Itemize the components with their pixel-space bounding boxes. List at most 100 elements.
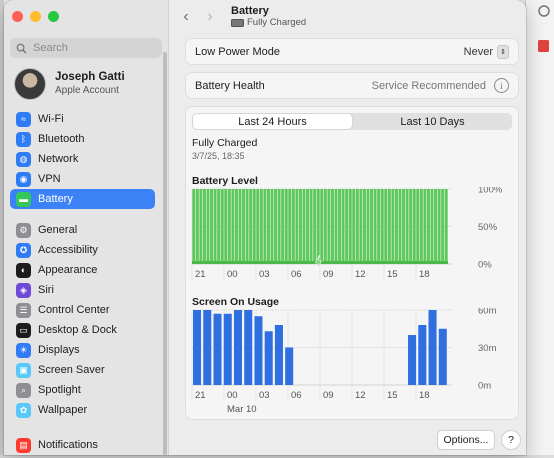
spotlight-icon: ⌕ xyxy=(16,382,31,398)
sidebar-item-label: Appearance xyxy=(38,264,98,276)
screen-usage-bar xyxy=(233,310,242,385)
bluetooth-icon: ᛒ xyxy=(16,131,31,147)
battery-level-bar xyxy=(234,189,238,264)
help-button[interactable]: ? xyxy=(501,430,521,450)
battery-pane: ‹ › Battery Fully Charged Low Power Mode… xyxy=(169,0,526,455)
battery-level-bar xyxy=(217,189,221,264)
screen-usage-bar xyxy=(244,310,253,385)
x-tick-label: 09 xyxy=(323,269,334,280)
x-tick-label: 00 xyxy=(227,390,238,401)
battery-level-bar xyxy=(394,189,398,264)
page-title: Battery xyxy=(231,5,269,17)
y-tick-label: 60m xyxy=(478,308,497,317)
info-icon[interactable]: i xyxy=(494,78,509,93)
battery-level-bar xyxy=(348,189,352,264)
battery-level-bar xyxy=(437,189,441,264)
minimize-window-button[interactable] xyxy=(30,11,41,22)
sidebar-item-label: Desktop & Dock xyxy=(38,324,117,336)
battery-level-bar xyxy=(192,189,196,264)
chevron-up-down-icon: ⇕ xyxy=(497,44,509,59)
sidebar-item-wi-fi[interactable]: ≈ Wi-Fi xyxy=(10,109,155,129)
wifi-icon: ≈ xyxy=(16,111,31,127)
battery-level-bar xyxy=(387,189,391,264)
tab-last-10-days[interactable]: Last 10 Days xyxy=(353,113,512,130)
sidebar-item-label: Spotlight xyxy=(38,384,81,396)
sidebar-item-displays[interactable]: ☀ Displays xyxy=(10,340,155,360)
battery-level-bar xyxy=(256,189,260,264)
sidebar-group-notifications: ▤ Notifications xyxy=(10,435,155,455)
sidebar-item-label: General xyxy=(38,224,78,236)
battery-level-bar xyxy=(249,189,253,264)
x-tick-label: 09 xyxy=(323,390,334,401)
battery-level-bar xyxy=(373,189,377,264)
battery-level-bar xyxy=(281,189,285,264)
battery-level-bar xyxy=(377,189,381,264)
battery-level-bar xyxy=(295,189,299,264)
zoom-window-button[interactable] xyxy=(48,11,59,22)
sidebar-item-vpn[interactable]: ◉ VPN xyxy=(10,169,155,189)
battery-level-bar xyxy=(270,189,274,264)
apple-account-item[interactable]: Joseph Gatti Apple Account xyxy=(14,68,125,100)
battery-level-title: Battery Level xyxy=(192,175,258,187)
sidebar-item-bluetooth[interactable]: ᛒ Bluetooth xyxy=(10,129,155,149)
sidebar-item-notifications[interactable]: ▤ Notifications xyxy=(10,435,155,455)
tab-last-24-hours[interactable]: Last 24 Hours xyxy=(193,114,352,129)
back-button[interactable]: ‹ xyxy=(177,8,195,26)
sidebar-item-screen-saver[interactable]: ▣ Screen Saver xyxy=(10,360,155,380)
siri-icon: ◈ xyxy=(16,282,31,298)
search-icon xyxy=(16,43,27,54)
x-tick-label: 12 xyxy=(355,390,366,401)
search-field[interactable] xyxy=(10,38,162,58)
page-subtitle: Fully Charged xyxy=(231,17,306,29)
screen-usage-bar xyxy=(223,313,232,385)
sidebar-item-siri[interactable]: ◈ Siri xyxy=(10,280,155,300)
sidebar-scrollbar[interactable] xyxy=(163,52,167,455)
battery-level-bar xyxy=(398,189,402,264)
battery-level-bar xyxy=(327,189,331,264)
sidebar-item-network[interactable]: ◍ Network xyxy=(10,149,155,169)
x-tick-label: 15 xyxy=(387,269,398,280)
battery-level-bar xyxy=(210,189,214,264)
sidebar-item-appearance[interactable]: ◐ Appearance xyxy=(10,260,155,280)
search-input[interactable] xyxy=(31,41,155,55)
low-power-value: Never xyxy=(463,45,493,58)
battery-level-bar xyxy=(402,189,406,264)
screen-usage-bar xyxy=(438,328,447,385)
battery-level-bar xyxy=(238,189,242,264)
close-window-button[interactable] xyxy=(12,11,23,22)
battery-level-bar xyxy=(302,189,306,264)
sidebar-item-desktop-dock[interactable]: ▭ Desktop & Dock xyxy=(10,320,155,340)
battery-level-bar xyxy=(370,189,374,264)
vpn-icon: ◉ xyxy=(16,171,31,187)
options-button[interactable]: Options... xyxy=(437,430,495,450)
sidebar-item-wallpaper[interactable]: ✿ Wallpaper xyxy=(10,400,155,420)
y-tick-label: 100% xyxy=(478,187,503,196)
battery-level-bar xyxy=(231,189,235,264)
avatar xyxy=(14,68,46,100)
y-tick-label: 0m xyxy=(478,381,491,392)
account-subtitle: Apple Account xyxy=(55,85,119,96)
sidebar-item-control-center[interactable]: ☰ Control Center xyxy=(10,300,155,320)
x-tick-label: 06 xyxy=(291,269,302,280)
battery-level-bar xyxy=(291,189,295,264)
battery-level-bar xyxy=(199,189,203,264)
sidebar-item-accessibility[interactable]: ✪ Accessibility xyxy=(10,240,155,260)
sidebar-item-battery[interactable]: ▬ Battery xyxy=(10,189,155,209)
x-tick-label: 03 xyxy=(259,269,270,280)
sidebar-item-label: Notifications xyxy=(38,439,98,451)
sidebar-item-spotlight[interactable]: ⌕ Spotlight xyxy=(10,380,155,400)
battery-level-bar xyxy=(352,189,356,264)
low-power-select[interactable]: Never ⇕ xyxy=(463,44,509,59)
battery-level-bar xyxy=(430,189,434,264)
battery-level-bar xyxy=(341,189,345,264)
battery-level-bar xyxy=(220,189,224,264)
battery-level-bar xyxy=(306,189,310,264)
sidebar-item-general[interactable]: ⚙ General xyxy=(10,220,155,240)
screen-usage-bar xyxy=(264,331,273,385)
wallpaper-icon: ✿ xyxy=(16,402,31,418)
battery-level-bar xyxy=(409,189,413,264)
battery-level-bar xyxy=(245,189,249,264)
footer: Options... ? xyxy=(169,424,526,455)
forward-button[interactable]: › xyxy=(201,8,219,26)
battery-level-bar xyxy=(384,189,388,264)
